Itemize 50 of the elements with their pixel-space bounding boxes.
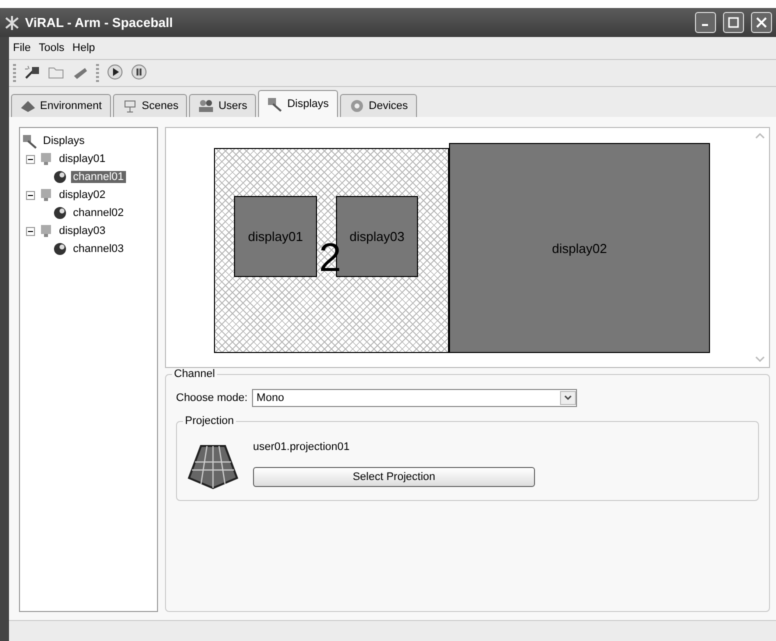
play-icon xyxy=(107,64,123,80)
maximize-icon xyxy=(728,17,739,28)
wand-icon xyxy=(24,64,40,80)
tree-item[interactable]: channel01 xyxy=(71,171,126,183)
display-icon xyxy=(267,96,284,112)
group-title: Projection xyxy=(183,415,236,427)
play-button[interactable] xyxy=(107,64,123,82)
tree-item[interactable]: channel02 xyxy=(71,207,126,219)
monitor-icon xyxy=(38,151,54,167)
tree-item[interactable]: channel03 xyxy=(71,243,126,255)
channel-icon xyxy=(52,205,68,221)
menu-item[interactable]: File xyxy=(13,42,31,54)
tree-item[interactable]: display03 xyxy=(57,225,108,237)
display-rect[interactable]: display02 xyxy=(449,143,710,353)
collapse-icon[interactable] xyxy=(26,226,35,236)
close-button[interactable] xyxy=(751,12,772,33)
gear-icon xyxy=(348,98,365,114)
tab[interactable]: Environment xyxy=(11,94,111,117)
users-icon xyxy=(198,98,214,114)
pause-button[interactable] xyxy=(131,64,147,82)
display-icon xyxy=(22,133,38,149)
tree-item[interactable]: display01 xyxy=(57,153,108,165)
tree-item[interactable]: Displays xyxy=(41,135,87,147)
monitor-icon xyxy=(38,187,54,203)
window-title: ViRAL - Arm - Spaceball xyxy=(25,15,174,30)
channel-icon xyxy=(52,169,68,185)
pause-icon xyxy=(131,64,147,80)
easel-icon xyxy=(122,98,138,114)
menu-item[interactable]: Help xyxy=(72,42,96,54)
channel-icon xyxy=(52,241,68,257)
tree-item[interactable]: display02 xyxy=(57,189,108,201)
collapse-icon[interactable] xyxy=(26,154,35,164)
collapse-icon[interactable] xyxy=(26,190,35,200)
minimize-button[interactable] xyxy=(695,12,716,33)
tab[interactable]: Devices xyxy=(340,94,417,117)
mode-dropdown[interactable]: Mono xyxy=(252,389,577,407)
display-rect[interactable]: display01 xyxy=(234,196,317,277)
maximize-button[interactable] xyxy=(723,12,744,33)
tab[interactable]: Displays xyxy=(258,90,338,117)
close-icon xyxy=(756,17,767,28)
projection-name: user01.projection01 xyxy=(253,441,351,453)
select-projection-button[interactable]: Select Projection xyxy=(253,467,535,487)
menu-item[interactable]: Tools xyxy=(38,42,64,54)
landscape-icon xyxy=(20,98,36,114)
app-icon xyxy=(4,14,20,30)
monitor-icon xyxy=(38,223,54,239)
tab[interactable]: Users xyxy=(189,94,256,117)
field-label: Choose mode: xyxy=(176,392,248,404)
group-title: Channel xyxy=(172,368,217,380)
tab[interactable]: Scenes xyxy=(112,94,188,117)
